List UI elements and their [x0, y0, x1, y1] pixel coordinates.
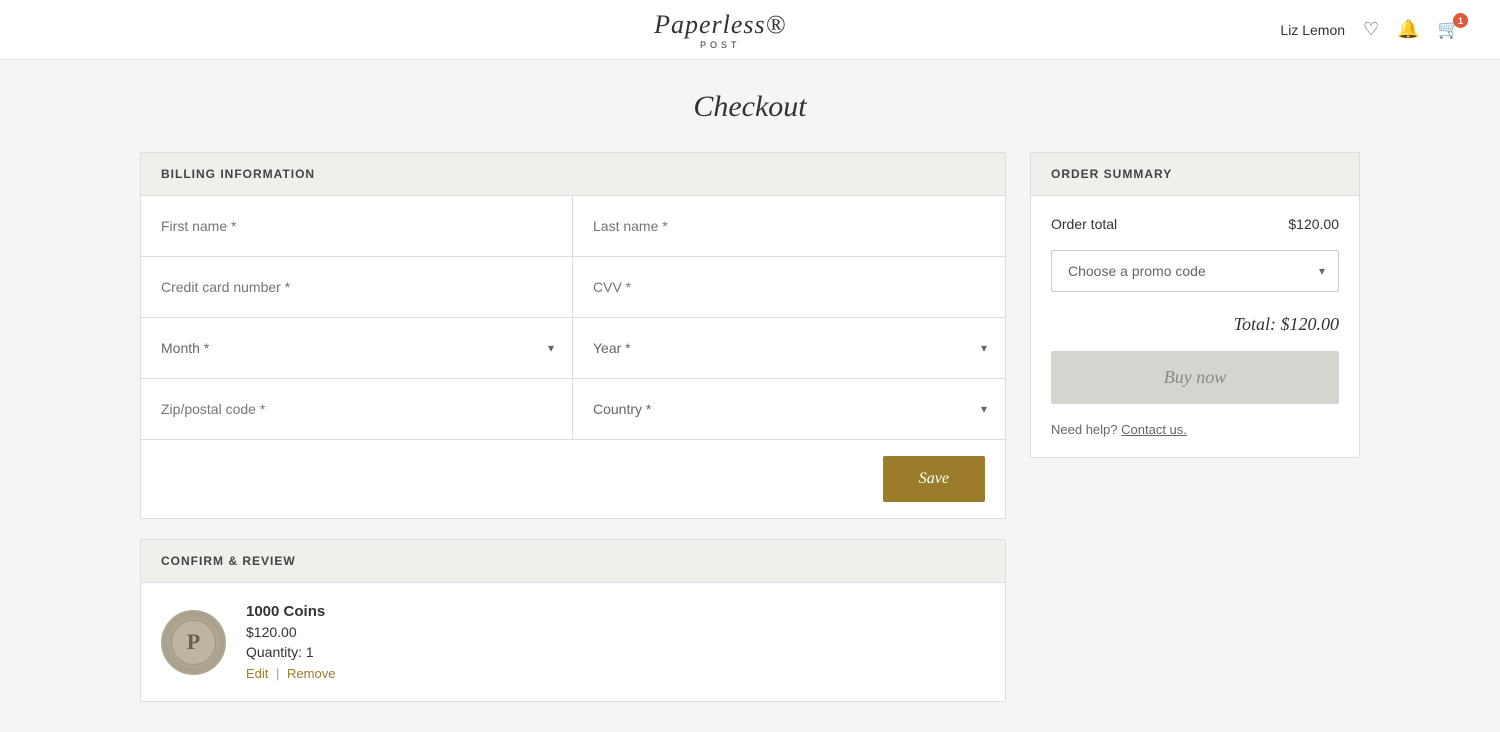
item-quantity: Quantity: 1 — [246, 644, 985, 660]
order-summary-body: Order total $120.00 Choose a promo codeS… — [1031, 196, 1359, 457]
total-display: Total: $120.00 — [1051, 314, 1339, 335]
item-logo-inner: P — [171, 620, 216, 665]
zip-input[interactable] — [141, 379, 572, 439]
country-select[interactable]: Country *United StatesCanadaUnited Kingd… — [573, 379, 1005, 439]
item-logo-letter: P — [187, 629, 200, 655]
help-text: Need help? Contact us. — [1051, 422, 1339, 437]
last-name-input[interactable] — [573, 196, 1005, 256]
billing-header: BILLING INFORMATION — [141, 153, 1005, 196]
cvv-input[interactable] — [573, 257, 1005, 317]
logo-text: Paperless® — [654, 10, 786, 40]
country-wrapper: Country *United StatesCanadaUnited Kingd… — [573, 379, 1005, 439]
item-logo: P — [161, 610, 226, 675]
logo-sub: POST — [700, 40, 741, 50]
first-name-input[interactable] — [141, 196, 572, 256]
remove-link[interactable]: Remove — [287, 666, 335, 681]
year-wrapper: Year *2024202520262027202820292030 ▾ — [573, 318, 1005, 378]
help-label: Need help? — [1051, 422, 1118, 437]
billing-section: BILLING INFORMATION — [140, 152, 1006, 519]
item-details: 1000 Coins $120.00 Quantity: 1 Edit | Re… — [246, 603, 985, 681]
order-total-value: $120.00 — [1288, 216, 1339, 232]
separator: | — [272, 666, 283, 681]
save-button[interactable]: Save — [883, 456, 985, 502]
confirm-section: CONFIRM & REVIEW P 1000 Coins $120.00 Qu… — [140, 539, 1006, 702]
cart-icon[interactable]: 🛒 1 — [1438, 19, 1460, 40]
edit-link[interactable]: Edit — [246, 666, 268, 681]
item-name: 1000 Coins — [246, 603, 985, 620]
year-select[interactable]: Year *2024202520262027202820292030 — [573, 318, 1005, 378]
order-total-label: Order total — [1051, 216, 1117, 232]
heart-icon[interactable]: ♡ — [1363, 19, 1379, 40]
left-column: BILLING INFORMATION — [140, 152, 1006, 702]
credit-card-input[interactable] — [141, 257, 572, 317]
cart-badge: 1 — [1453, 13, 1468, 28]
contact-link[interactable]: Contact us. — [1121, 422, 1187, 437]
header: Paperless® POST Liz Lemon ♡ 🔔 🛒 1 — [0, 0, 1500, 60]
header-right: Liz Lemon ♡ 🔔 🛒 1 — [1280, 19, 1460, 40]
form-actions: Save — [141, 440, 1005, 518]
main-layout: BILLING INFORMATION — [140, 152, 1360, 702]
promo-wrapper: Choose a promo codeSAVE10SAVE20FREESHIP … — [1051, 250, 1339, 292]
confirm-header: CONFIRM & REVIEW — [141, 540, 1005, 583]
last-name-field — [573, 196, 1005, 257]
logo[interactable]: Paperless® POST — [654, 10, 786, 50]
country-field: Country *United StatesCanadaUnited Kingd… — [573, 379, 1005, 440]
item-price: $120.00 — [246, 624, 985, 640]
page: Checkout BILLING INFORMATION — [100, 60, 1400, 732]
billing-form: Month *JanuaryFebruaryMarchAprilMayJuneJ… — [141, 196, 1005, 440]
buy-now-button[interactable]: Buy now — [1051, 351, 1339, 404]
year-field: Year *2024202520262027202820292030 ▾ — [573, 318, 1005, 379]
bell-icon[interactable]: 🔔 — [1397, 19, 1419, 40]
confirm-item: P 1000 Coins $120.00 Quantity: 1 Edit | … — [141, 583, 1005, 701]
credit-card-field — [141, 257, 573, 318]
zip-field — [141, 379, 573, 440]
month-select[interactable]: Month *JanuaryFebruaryMarchAprilMayJuneJ… — [141, 318, 572, 378]
first-name-field — [141, 196, 573, 257]
order-summary: ORDER SUMMARY Order total $120.00 Choose… — [1030, 152, 1360, 458]
order-summary-header: ORDER SUMMARY — [1031, 153, 1359, 196]
order-total-row: Order total $120.00 — [1051, 216, 1339, 232]
item-actions: Edit | Remove — [246, 666, 985, 681]
cvv-field — [573, 257, 1005, 318]
page-title: Checkout — [140, 90, 1360, 124]
month-wrapper: Month *JanuaryFebruaryMarchAprilMayJuneJ… — [141, 318, 572, 378]
username: Liz Lemon — [1280, 22, 1345, 38]
promo-select[interactable]: Choose a promo codeSAVE10SAVE20FREESHIP — [1051, 250, 1339, 292]
month-field: Month *JanuaryFebruaryMarchAprilMayJuneJ… — [141, 318, 573, 379]
